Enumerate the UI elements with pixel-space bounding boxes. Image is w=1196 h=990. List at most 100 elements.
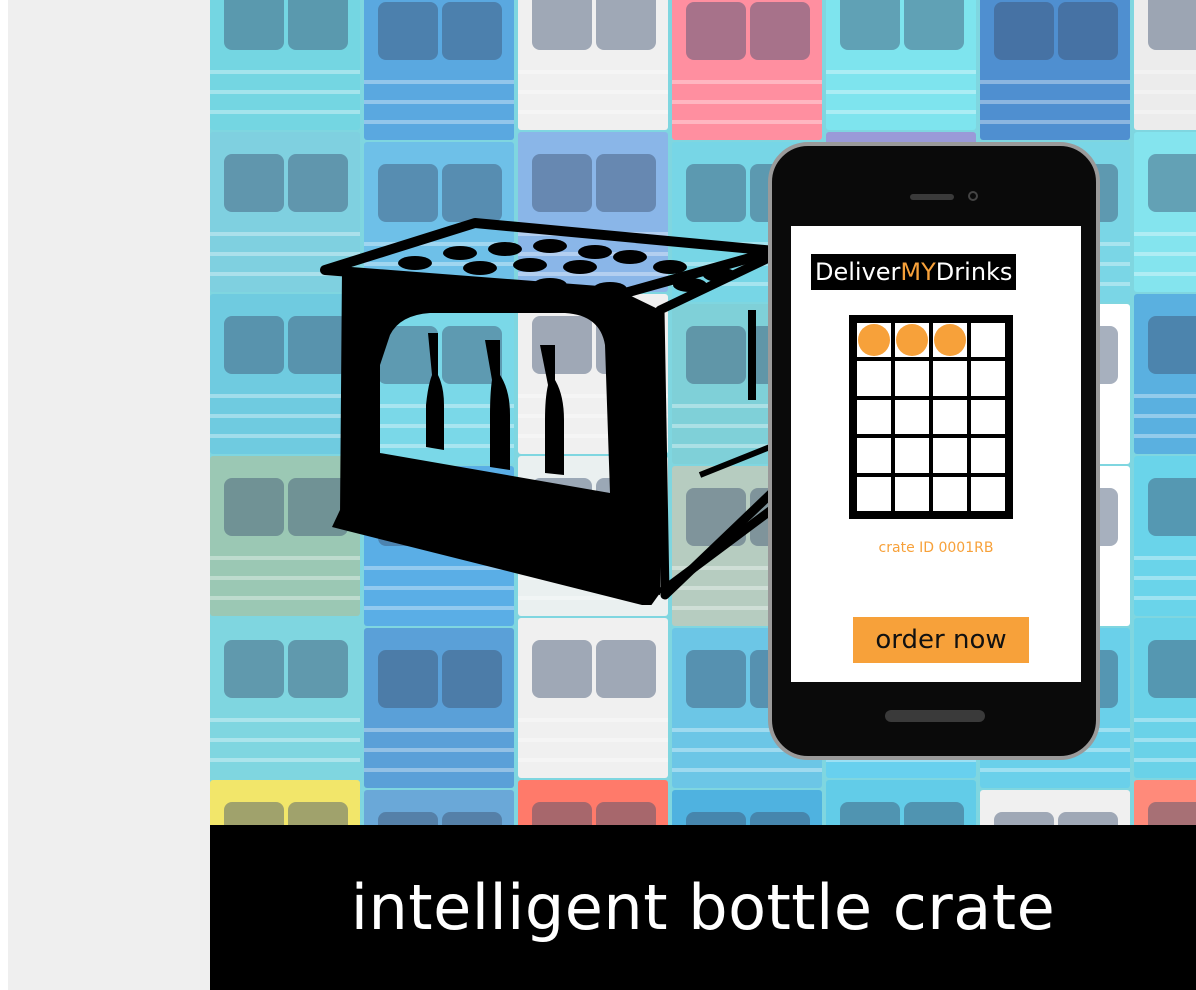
crate-slot <box>971 438 1005 473</box>
crate-handle-opening <box>994 2 1054 60</box>
crate-handle-opening <box>596 802 656 825</box>
crate-handle-opening <box>1148 640 1196 698</box>
crate-handle-opening <box>596 154 656 212</box>
background-crate <box>210 0 360 130</box>
crate-handle-opening <box>904 802 964 825</box>
crate-handle-opening <box>840 802 900 825</box>
crate-slot <box>857 399 891 435</box>
crate-slot <box>971 399 1005 435</box>
background-crate <box>1134 132 1196 292</box>
crate-slot <box>895 323 929 358</box>
crate-handle-opening <box>686 2 746 60</box>
background-crate <box>1134 780 1196 825</box>
crate-id-label: crate ID 0001RB <box>878 540 994 556</box>
background-crate <box>1134 456 1196 616</box>
crate-handle-opening <box>750 2 810 60</box>
crate-handle-opening <box>532 0 592 50</box>
crate-handle-opening <box>442 164 502 222</box>
crate-slot <box>895 438 929 473</box>
crate-rib <box>210 718 360 722</box>
crate-handle-opening <box>686 650 746 708</box>
bottle-present-dot <box>934 324 966 357</box>
crate-slot <box>933 399 967 435</box>
crate-handle-opening <box>288 640 348 698</box>
crate-slot <box>933 323 967 358</box>
crate-handle-opening <box>224 316 284 374</box>
crate-handle-opening <box>224 640 284 698</box>
crate-handle-opening <box>288 0 348 50</box>
crate-handle-opening <box>596 640 656 698</box>
crate-rib <box>210 90 360 94</box>
crate-handle-opening <box>1058 2 1118 60</box>
crate-rib <box>980 80 1130 84</box>
crate-rib <box>1134 758 1196 762</box>
left-gray-panel <box>8 0 210 990</box>
crate-slot <box>971 476 1005 511</box>
crate-slot <box>971 361 1005 396</box>
crate-slot <box>895 361 929 396</box>
order-now-button[interactable]: order now <box>853 617 1029 663</box>
phone-screen: DeliverMYDrinks crate ID 0001RB order no… <box>791 226 1081 682</box>
crate-handle-opening <box>1148 802 1196 825</box>
crate-rib <box>672 80 822 84</box>
crate-rib <box>1134 394 1196 398</box>
crate-rib <box>1134 232 1196 236</box>
crate-rib <box>1134 576 1196 580</box>
crate-rib <box>210 758 360 762</box>
crate-slot <box>895 399 929 435</box>
crate-rib <box>1134 110 1196 114</box>
crate-rib <box>364 748 514 752</box>
crate-handle-opening <box>378 650 438 708</box>
crate-slot <box>933 476 967 511</box>
crate-rib <box>210 110 360 114</box>
crate-slot <box>933 361 967 396</box>
crate-handle-opening <box>1148 478 1196 536</box>
background-crate <box>1134 0 1196 130</box>
crate-slot <box>857 361 891 396</box>
crate-handle-opening <box>442 812 502 825</box>
crate-handle-opening <box>1148 154 1196 212</box>
crate-handle-opening <box>994 812 1054 825</box>
crate-slot <box>971 323 1005 358</box>
crate-rib <box>518 70 668 74</box>
crate-handle-opening <box>378 812 438 825</box>
caption-text: intelligent bottle crate <box>350 871 1056 944</box>
background-crate <box>672 0 822 140</box>
crate-slot <box>895 476 929 511</box>
background-crate <box>364 790 514 825</box>
background-crate <box>518 618 668 778</box>
crate-rib <box>1134 252 1196 256</box>
crate-slot <box>933 438 967 473</box>
crate-rib <box>980 768 1130 772</box>
background-crate <box>1134 294 1196 454</box>
phone-home-button[interactable] <box>885 710 985 722</box>
background-crate <box>364 0 514 140</box>
crate-rib <box>518 738 668 742</box>
crate-rib <box>1134 90 1196 94</box>
crate-rib <box>980 120 1130 124</box>
crate-rib <box>364 80 514 84</box>
crate-handle-opening <box>532 640 592 698</box>
crate-rib <box>210 70 360 74</box>
crate-handle-opening <box>532 802 592 825</box>
crate-handle-opening <box>1148 316 1196 374</box>
background-crate <box>980 790 1130 825</box>
crate-rib <box>518 110 668 114</box>
crate-handle-opening <box>224 154 284 212</box>
crate-rib <box>826 90 976 94</box>
caption-bar: intelligent bottle crate <box>210 825 1196 990</box>
crate-handle-opening <box>532 154 592 212</box>
crate-slot-grid <box>849 315 1013 519</box>
crate-handle-opening <box>840 0 900 50</box>
phone-speaker <box>910 194 954 200</box>
crate-rib <box>364 606 514 610</box>
crate-rib <box>364 768 514 772</box>
crate-rib <box>1134 434 1196 438</box>
crate-rib <box>518 758 668 762</box>
crate-handle-opening <box>686 164 746 222</box>
background-crate <box>518 0 668 130</box>
crate-rib <box>1134 596 1196 600</box>
background-crate <box>826 780 976 825</box>
crate-column <box>1132 0 1196 825</box>
crate-rib <box>672 768 822 772</box>
